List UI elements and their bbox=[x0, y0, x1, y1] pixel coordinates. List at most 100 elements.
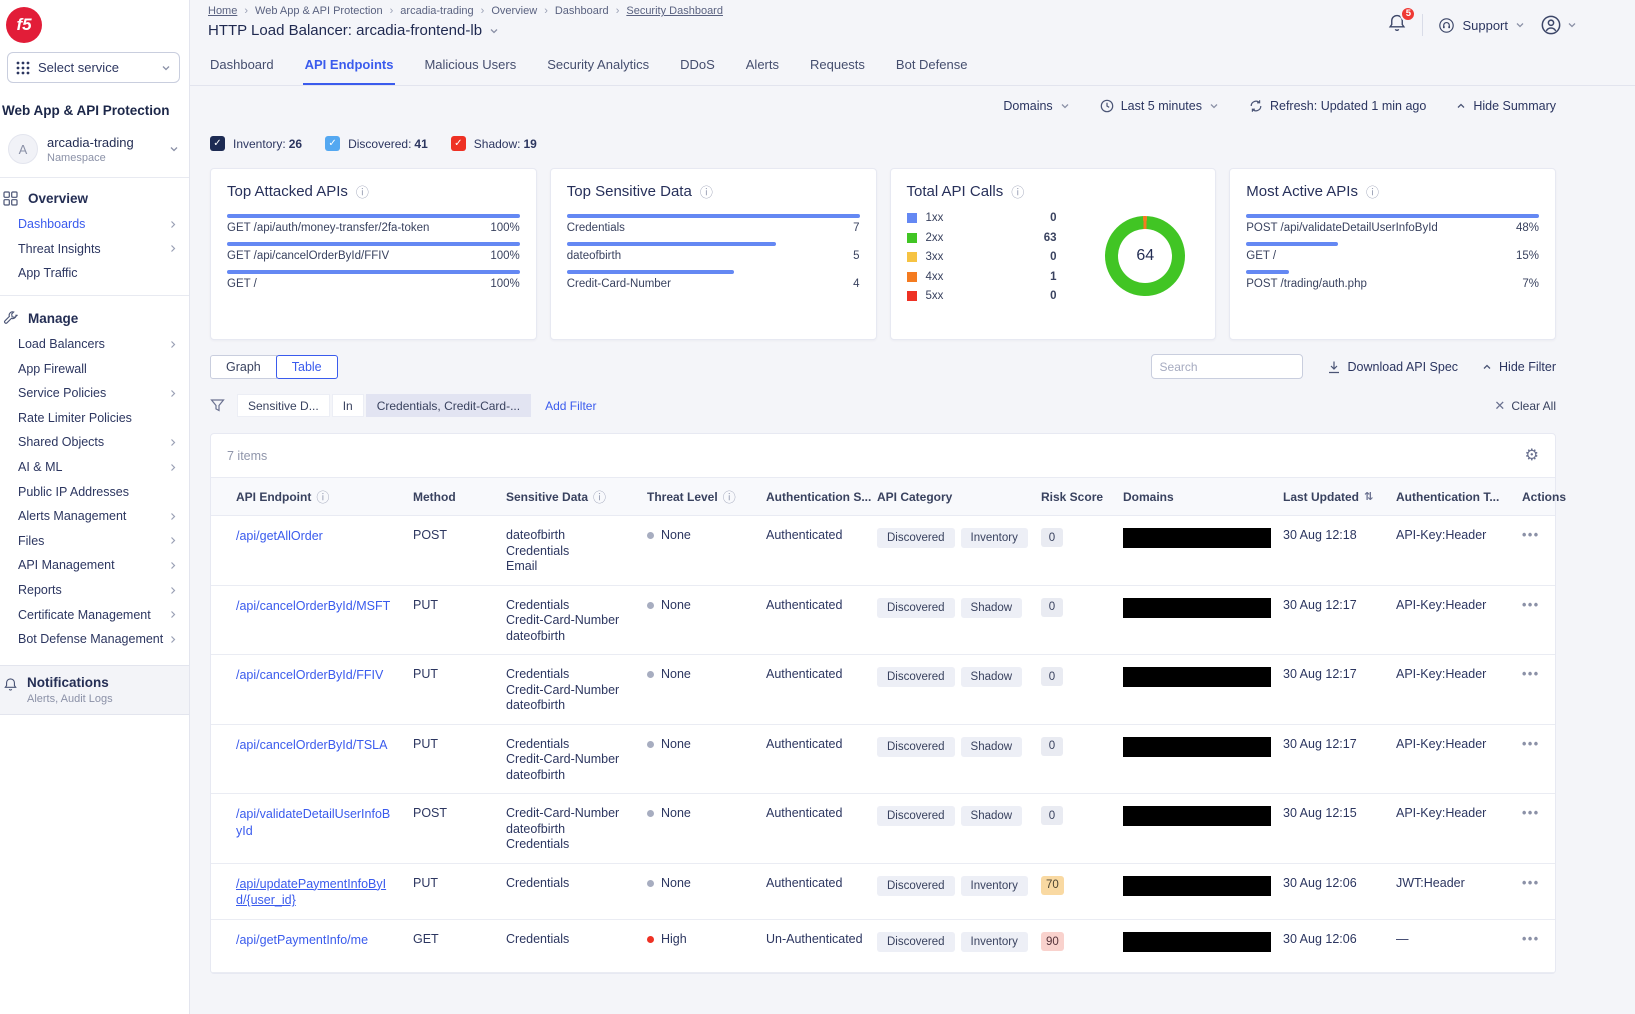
row-actions-button[interactable]: ••• bbox=[1522, 667, 1562, 714]
sidebar-item-app-traffic[interactable]: App Traffic bbox=[0, 261, 189, 286]
clear-all-button[interactable]: ✕ Clear All bbox=[1494, 398, 1556, 414]
filter-bar: Sensitive D... In Credentials, Credit-Ca… bbox=[210, 394, 1556, 417]
table-settings-gear-icon[interactable]: ⚙ bbox=[1525, 448, 1539, 464]
sidebar-item-threat-insights[interactable]: Threat Insights bbox=[0, 237, 189, 262]
filter-checkbox-discovered[interactable]: ✓Discovered:41 bbox=[325, 136, 428, 151]
account-menu[interactable] bbox=[1540, 14, 1577, 36]
sidebar-item-certificate-management[interactable]: Certificate Management bbox=[0, 602, 189, 627]
tab-malicious-users[interactable]: Malicious Users bbox=[422, 48, 518, 85]
bar-item: dateofbirth5 bbox=[567, 242, 860, 262]
breadcrumb-item[interactable]: Home bbox=[208, 5, 237, 17]
download-label: Download API Spec bbox=[1348, 360, 1459, 374]
tab-dashboard[interactable]: Dashboard bbox=[208, 48, 276, 85]
filter-operator-pill[interactable]: In bbox=[332, 394, 364, 417]
tab-api-endpoints[interactable]: API Endpoints bbox=[303, 48, 396, 85]
breadcrumb-separator: › bbox=[616, 5, 620, 17]
sidebar-item-api-management[interactable]: API Management bbox=[0, 553, 189, 578]
api-endpoint-link[interactable]: /api/updatePaymentInfoById/{user_id} bbox=[236, 877, 386, 908]
card-title: Total API Calls bbox=[907, 183, 1004, 200]
sidebar-item-service-policies[interactable]: Service Policies bbox=[0, 381, 189, 406]
namespace-selector[interactable]: A arcadia-trading Namespace bbox=[8, 134, 179, 164]
filter-value-pill[interactable]: Credentials, Credit-Card-... bbox=[366, 394, 531, 417]
checkbox-checked-icon[interactable]: ✓ bbox=[325, 136, 340, 151]
sidebar-item-files[interactable]: Files bbox=[0, 529, 189, 554]
auth-type-cell: API-Key:Header bbox=[1396, 737, 1522, 784]
row-actions-button[interactable]: ••• bbox=[1522, 932, 1562, 962]
column-header-actions: Actions bbox=[1522, 487, 1580, 506]
table-view-button[interactable]: Table bbox=[276, 355, 338, 379]
sidebar-item-rate-limiter-policies[interactable]: Rate Limiter Policies bbox=[0, 406, 189, 431]
column-label: Threat Level bbox=[647, 490, 718, 504]
legend-label: 3xx bbox=[926, 251, 944, 263]
page-title[interactable]: HTTP Load Balancer: arcadia-frontend-lb bbox=[208, 22, 723, 39]
notifications-bell-button[interactable]: 5 bbox=[1387, 13, 1407, 38]
filter-checkbox-inventory[interactable]: ✓Inventory:26 bbox=[210, 136, 302, 151]
support-menu[interactable]: Support bbox=[1438, 17, 1525, 34]
checkbox-checked-icon[interactable]: ✓ bbox=[210, 136, 225, 151]
filter-field-pill[interactable]: Sensitive D... bbox=[237, 394, 330, 417]
tab-requests[interactable]: Requests bbox=[808, 48, 867, 85]
refresh-button[interactable]: Refresh: Updated 1 min ago bbox=[1249, 99, 1426, 113]
graph-view-button[interactable]: Graph bbox=[210, 355, 277, 379]
api-endpoint-link[interactable]: /api/cancelOrderById/FFIV bbox=[236, 668, 383, 682]
row-actions-button[interactable]: ••• bbox=[1522, 876, 1562, 910]
download-api-spec-button[interactable]: Download API Spec bbox=[1327, 360, 1459, 374]
sort-icon[interactable]: ⇅ bbox=[1364, 490, 1373, 503]
search-input[interactable] bbox=[1151, 354, 1303, 379]
time-range-label: Last 5 minutes bbox=[1121, 99, 1202, 113]
legend-label: 2xx bbox=[926, 232, 944, 244]
row-actions-button[interactable]: ••• bbox=[1522, 528, 1562, 575]
tab-bot-defense[interactable]: Bot Defense bbox=[894, 48, 970, 85]
sidebar-item-bot-defense-management[interactable]: Bot Defense Management bbox=[0, 627, 189, 652]
api-endpoint-link[interactable]: /api/cancelOrderById/TSLA bbox=[236, 738, 387, 752]
breadcrumb-item[interactable]: arcadia-trading bbox=[400, 5, 473, 17]
domains-dropdown[interactable]: Domains bbox=[1003, 99, 1069, 113]
legend-value: 1 bbox=[1050, 271, 1056, 283]
breadcrumb-item[interactable]: Web App & API Protection bbox=[255, 5, 383, 17]
method-cell: GET bbox=[413, 932, 506, 962]
bar-label: Credit-Card-Number bbox=[567, 278, 671, 290]
wrench-icon bbox=[3, 311, 18, 326]
row-actions-button[interactable]: ••• bbox=[1522, 806, 1562, 853]
time-range-dropdown[interactable]: Last 5 minutes bbox=[1100, 99, 1219, 113]
breadcrumb-separator: › bbox=[481, 5, 485, 17]
sidebar-item-reports[interactable]: Reports bbox=[0, 578, 189, 603]
tab-alerts[interactable]: Alerts bbox=[744, 48, 781, 85]
hide-summary-button[interactable]: Hide Summary bbox=[1456, 99, 1556, 113]
sidebar-item-shared-objects[interactable]: Shared Objects bbox=[0, 430, 189, 455]
breadcrumb-item[interactable]: Overview bbox=[491, 5, 537, 17]
hide-filter-button[interactable]: Hide Filter bbox=[1482, 360, 1556, 374]
column-header-last-updated[interactable]: Last Updated⇅ bbox=[1283, 487, 1396, 506]
api-endpoint-link[interactable]: /api/cancelOrderById/MSFT bbox=[236, 599, 390, 613]
select-service-dropdown[interactable]: Select service bbox=[7, 52, 180, 83]
sidebar-item-dashboards[interactable]: Dashboards bbox=[0, 212, 189, 237]
api-endpoint-link[interactable]: /api/getPaymentInfo/me bbox=[236, 933, 368, 947]
threat-level-label: High bbox=[661, 932, 687, 946]
row-actions-button[interactable]: ••• bbox=[1522, 737, 1562, 784]
sidebar-item-alerts-management[interactable]: Alerts Management bbox=[0, 504, 189, 529]
topbar-actions: 5 Support bbox=[1387, 5, 1577, 39]
close-icon: ✕ bbox=[1494, 398, 1505, 414]
legend-label: 4xx bbox=[926, 271, 944, 283]
api-endpoint-link[interactable]: /api/validateDetailUserInfoById bbox=[236, 807, 390, 838]
sensitive-data-cell: CredentialsCredit-Card-Numberdateofbirth bbox=[506, 598, 647, 645]
api-endpoint-link[interactable]: /api/getAllOrder bbox=[236, 529, 323, 543]
tab-security-analytics[interactable]: Security Analytics bbox=[545, 48, 651, 85]
tab-ddos[interactable]: DDoS bbox=[678, 48, 717, 85]
breadcrumb-item[interactable]: Security Dashboard bbox=[626, 5, 723, 17]
download-icon bbox=[1327, 360, 1341, 374]
sidebar-item-ai-ml[interactable]: AI & ML bbox=[0, 455, 189, 480]
checkbox-checked-icon[interactable]: ✓ bbox=[451, 136, 466, 151]
breadcrumb-item[interactable]: Dashboard bbox=[555, 5, 609, 17]
sidebar-item-public-ip-addresses[interactable]: Public IP Addresses bbox=[0, 479, 189, 504]
add-filter-button[interactable]: Add Filter bbox=[545, 399, 596, 413]
sidebar-item-load-balancers[interactable]: Load Balancers bbox=[0, 332, 189, 357]
notifications-subtitle: Alerts, Audit Logs bbox=[27, 693, 113, 705]
chevron-right-icon bbox=[169, 340, 177, 349]
sidebar-item-notifications[interactable]: Notifications Alerts, Audit Logs bbox=[0, 665, 189, 715]
sidebar-item-app-firewall[interactable]: App Firewall bbox=[0, 356, 189, 381]
row-actions-button[interactable]: ••• bbox=[1522, 598, 1562, 645]
filter-checkbox-shadow[interactable]: ✓Shadow:19 bbox=[451, 136, 537, 151]
user-icon bbox=[1540, 14, 1562, 36]
threat-level-cell: None bbox=[647, 598, 766, 645]
